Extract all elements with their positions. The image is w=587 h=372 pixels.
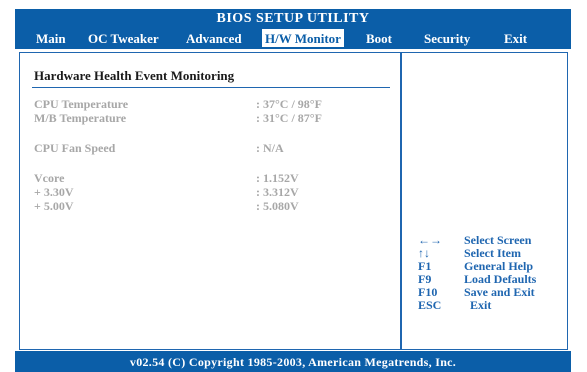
voltage-3v3-label: + 3.30V (34, 185, 74, 199)
vcore-value: : 1.152V (256, 171, 299, 185)
menu-bar: Main OC Tweaker Advanced H/W Monitor Boo… (15, 29, 571, 47)
cpu-fan-speed-label: CPU Fan Speed (34, 141, 116, 155)
cpu-fan-setting-item[interactable]: ▸ CPU Fan Setting (24, 236, 120, 251)
voltage-5v-label: + 5.00V (34, 199, 74, 213)
mb-temperature-label: M/B Temperature (34, 111, 127, 125)
menu-item-security[interactable]: Security (421, 29, 473, 47)
help-key-esc: ESC (418, 298, 442, 312)
voltage-3v3-value: : 3.312V (256, 185, 299, 199)
vcore-label: Vcore (34, 171, 65, 185)
menu-item-exit[interactable]: Exit (501, 29, 530, 47)
cpu-fan-speed-value: : N/A (256, 141, 284, 155)
section-divider (32, 87, 390, 88)
menu-item-advanced[interactable]: Advanced (183, 29, 245, 47)
mb-temperature-value: : 31°C / 87°F (256, 111, 322, 125)
menu-item-boot[interactable]: Boot (363, 29, 395, 47)
copyright-footer: v02.54 (C) Copyright 1985-2003, American… (129, 355, 457, 369)
cpu-temperature-label: CPU Temperature (34, 97, 129, 111)
cpu-temperature-value: : 37°C / 98°F (256, 97, 322, 111)
voltage-5v-value: : 5.080V (256, 199, 299, 213)
section-title: Hardware Health Event Monitoring (34, 68, 235, 83)
bios-frame: BIOS SETUP UTILITY Main OC Tweaker Advan… (15, 9, 571, 372)
menu-item-main[interactable]: Main (33, 29, 69, 47)
content-panel: Hardware Health Event Monitoring CPU Tem… (15, 49, 571, 351)
bios-title: BIOS SETUP UTILITY (216, 11, 370, 26)
settings-area: Hardware Health Event Monitoring CPU Tem… (19, 52, 401, 350)
help-exit: Exit (470, 298, 492, 312)
help-area: ←→ Select Screen ↑↓ Select Item F1 Gener… (401, 52, 568, 350)
menu-item-oc-tweaker[interactable]: OC Tweaker (85, 29, 162, 47)
menu-item-hw-monitor[interactable]: H/W Monitor (262, 29, 344, 47)
